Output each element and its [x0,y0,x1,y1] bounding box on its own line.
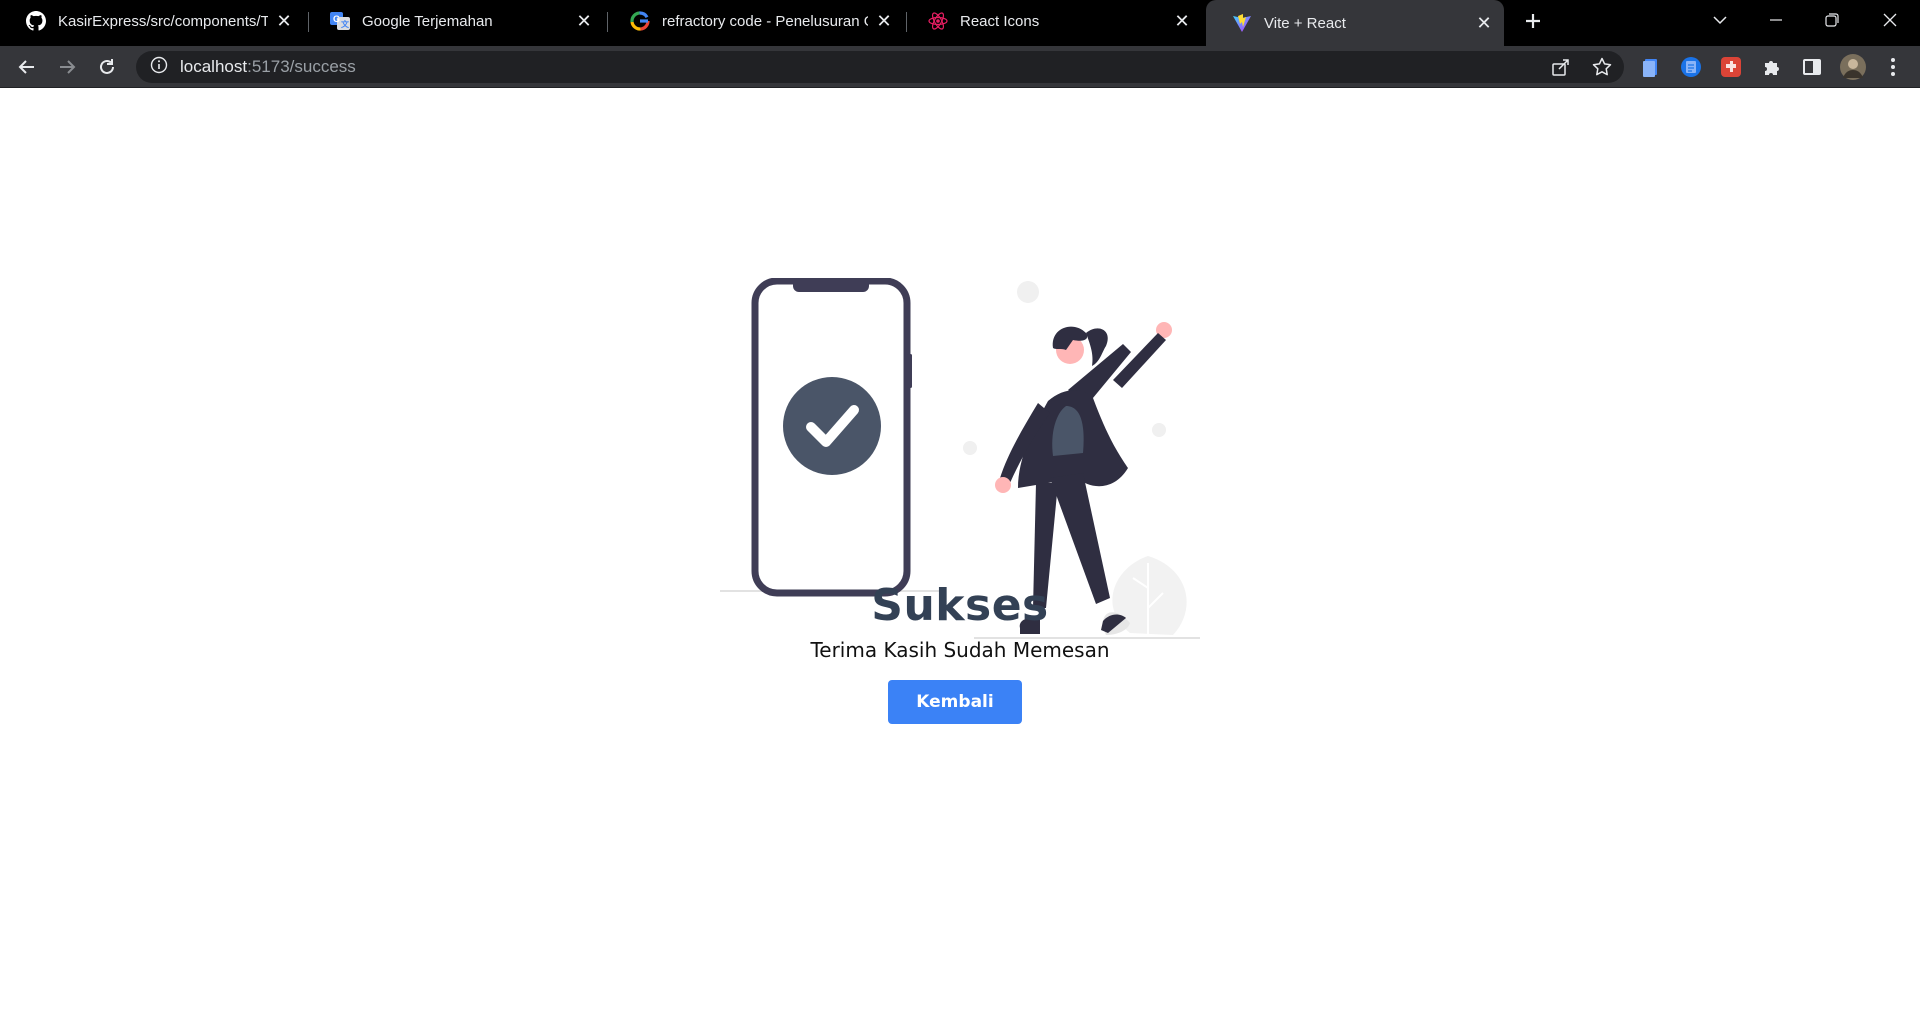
new-tab-button[interactable] [1519,7,1547,35]
tab-google-translate[interactable]: G文 Google Terjemahan ✕ [304,0,604,42]
tab-title: React Icons [960,12,1040,30]
menu-icon[interactable] [1881,55,1905,79]
close-icon[interactable]: ✕ [1172,11,1192,31]
side-panel-icon[interactable] [1800,55,1824,79]
close-icon[interactable]: ✕ [874,11,894,31]
back-button[interactable] [12,52,42,82]
tab-title: Vite + React [1264,14,1346,32]
restore-button[interactable] [1804,0,1860,40]
page-subtitle: Terima Kasih Sudah Memesan [810,638,1110,662]
minimize-button[interactable] [1748,0,1804,40]
check-circle-icon [783,377,881,475]
close-window-button[interactable] [1862,0,1918,40]
info-icon[interactable] [150,56,168,79]
red-extension-icon[interactable] [1719,55,1743,79]
tab-title: refractory code - Penelusuran Go [662,12,868,30]
back-home-button[interactable]: Kembali [888,680,1022,724]
url-text: localhost:5173/success [180,57,356,77]
forward-button[interactable] [52,52,82,82]
url-host: localhost [180,57,248,76]
react-icon [928,11,948,31]
google-icon [630,11,650,31]
tab-search-button[interactable] [1692,0,1748,40]
svg-text:G: G [333,14,340,24]
tab-github[interactable]: KasirExpress/src/components/Tot ✕ [0,0,304,42]
success-page: Sukses Terima Kasih Sudah Memesan Kembal… [0,88,1920,1020]
tab-google-search[interactable]: refractory code - Penelusuran Go ✕ [604,0,904,42]
share-icon[interactable] [1546,52,1576,82]
reload-button[interactable] [92,52,122,82]
google-translate-icon: G文 [330,11,350,31]
github-icon [26,11,46,31]
address-bar[interactable]: localhost:5173/success [136,51,1624,83]
translate-extension-icon[interactable] [1679,55,1703,79]
tab-vite-react[interactable]: Vite + React ✕ [1206,0,1504,46]
tab-strip: KasirExpress/src/components/Tot ✕ G文 Goo… [0,0,1920,46]
puzzle-extensions-icon[interactable] [1760,55,1784,79]
browser-toolbar: localhost:5173/success [0,46,1920,88]
page-title: Sukses [871,580,1049,631]
docs-extension-icon[interactable] [1639,55,1663,79]
close-icon[interactable]: ✕ [574,11,594,31]
vite-icon [1232,13,1252,33]
close-icon[interactable]: ✕ [274,11,294,31]
close-icon[interactable]: ✕ [1474,13,1494,33]
tab-react-icons[interactable]: React Icons ✕ [902,0,1202,42]
url-path: :5173/success [247,57,356,76]
bookmark-star-icon[interactable] [1587,52,1617,82]
tab-title: Google Terjemahan [362,12,493,30]
avatar[interactable] [1840,54,1866,80]
tab-title: KasirExpress/src/components/Tot [58,12,268,30]
svg-text:文: 文 [341,19,350,29]
